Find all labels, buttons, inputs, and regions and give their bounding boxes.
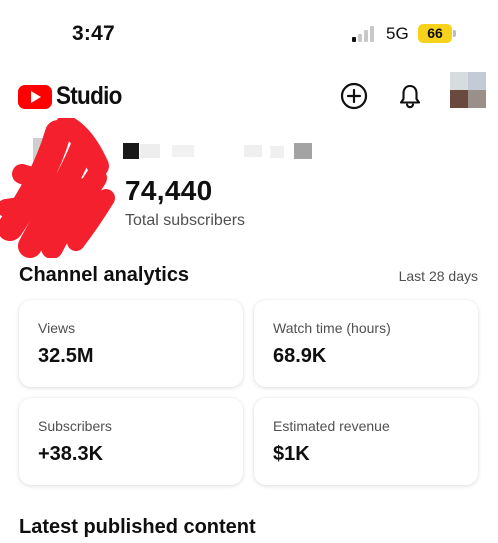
app-bar: Studio	[0, 70, 498, 120]
metric-value: 32.5M	[38, 345, 94, 367]
metric-value: 68.9K	[273, 345, 327, 367]
youtube-play-icon	[18, 84, 52, 109]
redaction-scribble	[0, 118, 115, 258]
battery-cap	[453, 30, 456, 37]
metric-label: Views	[38, 320, 76, 336]
battery-icon: 66	[418, 24, 452, 43]
total-subscribers-label: Total subscribers	[125, 212, 246, 229]
metric-label: Estimated revenue	[273, 418, 390, 434]
channel-header: 74,440 Total subscribers	[0, 118, 498, 258]
channel-analytics-title[interactable]: Channel analytics	[19, 264, 189, 287]
avatar[interactable]	[450, 72, 486, 108]
latest-content-title: Latest published content	[19, 516, 256, 538]
bell-icon	[399, 84, 421, 109]
network-type: 5G	[386, 24, 409, 43]
metric-card-subscribers[interactable]: Subscribers +38.3K	[19, 398, 243, 485]
status-bar: 3:47 5G 66	[0, 0, 498, 70]
metric-card-views[interactable]: Views 32.5M	[19, 300, 243, 387]
date-range-label: Last 28 days	[398, 268, 478, 284]
total-subscribers-count: 74,440	[125, 175, 213, 206]
redacted-name-block	[294, 143, 312, 159]
metric-value: $1K	[273, 443, 310, 465]
metric-label: Subscribers	[38, 418, 112, 434]
notifications-button[interactable]	[394, 80, 426, 112]
redacted-name-block	[244, 145, 262, 157]
redacted-name-block	[140, 144, 160, 158]
status-time: 3:47	[72, 22, 115, 45]
metric-value: +38.3K	[38, 443, 104, 465]
logo-text: Studio	[56, 82, 122, 110]
signal-icon	[352, 26, 380, 42]
redacted-name-block	[172, 145, 194, 157]
metric-card-revenue[interactable]: Estimated revenue $1K	[254, 398, 478, 485]
plus-circle-icon	[340, 82, 368, 110]
metric-label: Watch time (hours)	[273, 320, 391, 336]
metric-card-watch-time[interactable]: Watch time (hours) 68.9K	[254, 300, 478, 387]
redacted-name-block	[270, 146, 284, 158]
create-button[interactable]	[338, 80, 370, 112]
youtube-studio-logo[interactable]: Studio	[18, 82, 129, 111]
